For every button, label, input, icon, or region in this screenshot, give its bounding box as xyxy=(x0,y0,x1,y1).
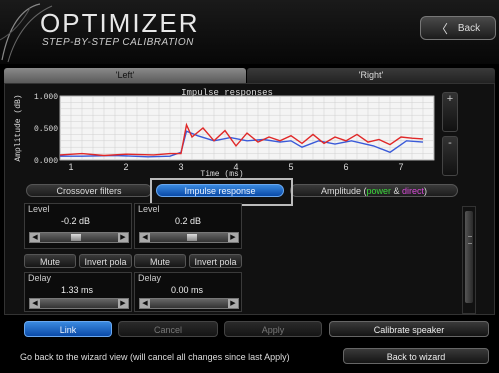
amplitude-amp: & xyxy=(391,186,403,196)
level-box-1: Level -0.2 dB ◀ ▶ xyxy=(24,203,132,249)
delay-label: Delay xyxy=(138,273,162,283)
plus-icon: + xyxy=(446,93,454,105)
level-value: 0.2 dB xyxy=(175,216,202,226)
slider-left-arrow-icon[interactable]: ◀ xyxy=(30,233,40,242)
app-title: OPTIMIZER xyxy=(40,8,200,38)
calibrate-speaker-button[interactable]: Calibrate speaker xyxy=(329,321,489,337)
cancel-button[interactable]: Cancel xyxy=(118,321,218,337)
zoom-in-button[interactable]: + xyxy=(442,92,458,132)
delay-slider-2[interactable]: ◀ ▶ xyxy=(139,298,239,309)
app-subtitle: STEP-BY-STEP CALIBRATION xyxy=(42,37,194,48)
apply-button[interactable]: Apply xyxy=(224,321,322,337)
back-to-wizard-button[interactable]: Back to wizard xyxy=(343,348,489,364)
tutorial-highlight xyxy=(150,178,293,206)
invert-polarity-button-2[interactable]: Invert pola xyxy=(189,254,242,268)
chart-title: Impulse responses xyxy=(181,88,273,98)
level-slider-2[interactable]: ◀ ▶ xyxy=(139,232,239,243)
delay-box-2: Delay 0.00 ms ◀ ▶ xyxy=(134,272,242,312)
level-slider-1[interactable]: ◀ ▶ xyxy=(29,232,129,243)
x-tick-label: 1 xyxy=(68,162,73,172)
mute-button-2[interactable]: Mute xyxy=(134,254,186,268)
scrollbar-thumb[interactable] xyxy=(465,211,473,303)
minus-icon: - xyxy=(448,137,452,149)
slider-left-arrow-icon[interactable]: ◀ xyxy=(30,299,40,308)
link-button[interactable]: Link xyxy=(24,321,112,337)
crossover-filters-button[interactable]: Crossover filters xyxy=(26,184,152,197)
impulse-response-chart: Impulse responses1 2 3 4 5 6 7Time (ms)1.0000.… xyxy=(14,88,435,179)
slider-thumb[interactable] xyxy=(70,234,81,241)
amplitude-direct-label: direct xyxy=(402,186,425,196)
scroll-grip-icon xyxy=(468,236,472,244)
back-button[interactable]: 〈 Back xyxy=(420,16,496,40)
y-axis-label: Amplitude (dB) xyxy=(14,94,23,161)
invert-polarity-button-1[interactable]: Invert pola xyxy=(79,254,132,268)
x-tick-label: 5 xyxy=(288,162,293,172)
delay-slider-1[interactable]: ◀ ▶ xyxy=(29,298,129,309)
back-button-label: Back xyxy=(457,22,481,34)
zoom-out-button[interactable]: - xyxy=(442,136,458,176)
slider-right-arrow-icon[interactable]: ▶ xyxy=(118,233,128,242)
y-tick-label: 0.500 xyxy=(34,125,58,134)
back-arrow-icon: 〈 xyxy=(435,21,448,36)
level-box-2: Level 0.2 dB ◀ ▶ xyxy=(134,203,242,249)
slider-left-arrow-icon[interactable]: ◀ xyxy=(140,233,150,242)
tab-left[interactable]: 'Left' xyxy=(4,68,246,83)
status-message: Go back to the wizard view (will cancel … xyxy=(20,352,290,362)
x-tick-label: 6 xyxy=(343,162,348,172)
amplitude-power-label: power xyxy=(366,186,391,196)
vertical-scrollbar[interactable] xyxy=(462,206,476,314)
level-label: Level xyxy=(138,204,160,214)
delay-value: 0.00 ms xyxy=(171,285,204,295)
x-tick-label: 2 xyxy=(123,162,128,172)
tab-right[interactable]: 'Right' xyxy=(247,68,495,83)
x-tick-label: 3 xyxy=(178,162,183,172)
amplitude-button[interactable]: Amplitude (power & direct) xyxy=(290,184,458,197)
x-tick-label: 7 xyxy=(398,162,403,172)
amplitude-suffix: ) xyxy=(424,186,428,196)
slider-thumb[interactable] xyxy=(187,234,198,241)
slider-left-arrow-icon[interactable]: ◀ xyxy=(140,299,150,308)
mute-button-1[interactable]: Mute xyxy=(24,254,76,268)
level-value: -0.2 dB xyxy=(61,216,91,226)
delay-box-1: Delay 1.33 ms ◀ ▶ xyxy=(24,272,132,312)
delay-label: Delay xyxy=(28,273,52,283)
slider-right-arrow-icon[interactable]: ▶ xyxy=(118,299,128,308)
delay-value: 1.33 ms xyxy=(61,285,94,295)
y-tick-label: 1.000 xyxy=(34,93,58,102)
level-label: Level xyxy=(28,204,50,214)
y-tick-label: 0.000 xyxy=(34,157,58,166)
amplitude-prefix: Amplitude ( xyxy=(320,186,367,196)
slider-right-arrow-icon[interactable]: ▶ xyxy=(228,299,238,308)
slider-right-arrow-icon[interactable]: ▶ xyxy=(228,233,238,242)
